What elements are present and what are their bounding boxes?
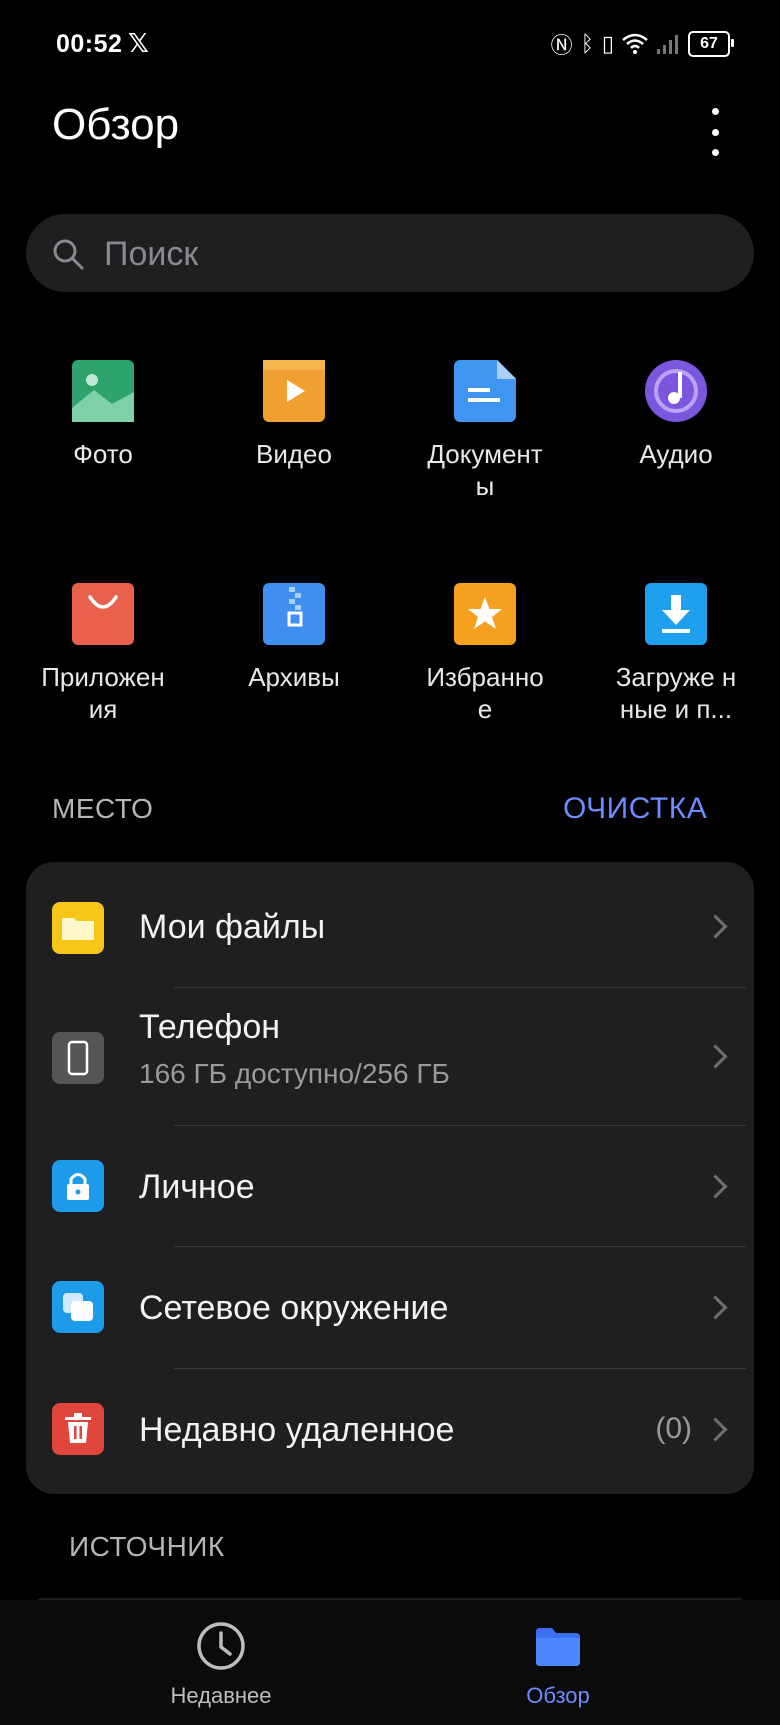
category-label: Фото — [73, 439, 133, 469]
category-favorites[interactable]: Избранно е — [405, 583, 565, 725]
video-icon — [263, 360, 325, 422]
category-label: Аудио — [639, 439, 713, 469]
location-private[interactable]: Личное — [26, 1126, 754, 1246]
battery-level: 67 — [700, 35, 718, 52]
photo-icon — [72, 360, 134, 422]
location-phone[interactable]: Телефон 166 ГБ доступно/256 ГБ — [26, 988, 754, 1126]
archive-icon — [263, 583, 325, 645]
document-icon — [454, 360, 516, 422]
dot — [711, 108, 719, 115]
phone-icon — [52, 1032, 104, 1084]
page-title: Обзор — [52, 100, 180, 149]
nav-recent[interactable]: Недавнее — [121, 1620, 321, 1709]
chevron-right-icon — [703, 1295, 728, 1320]
folder-icon — [536, 1628, 580, 1666]
nfc-icon: Ⓝ — [550, 33, 573, 58]
section-title-source: ИСТОЧНИК — [69, 1531, 225, 1562]
location-title: Личное — [139, 1168, 255, 1206]
category-label: Документ ы — [427, 439, 543, 501]
category-documents[interactable]: Документ ы — [405, 360, 565, 502]
category-label: Загруже нные и п... — [615, 662, 737, 724]
category-photo[interactable]: Фото — [23, 360, 183, 470]
apps-icon — [72, 583, 134, 645]
favorites-icon — [454, 583, 516, 645]
status-icons: Ⓝ ᛒ ▯ 67 — [550, 28, 734, 60]
location-recently-deleted[interactable]: Недавно удаленное (0) — [26, 1369, 754, 1491]
more-options-button[interactable] — [703, 108, 727, 156]
location-title: Недавно удаленное — [139, 1411, 455, 1449]
chevron-right-icon — [703, 1174, 728, 1199]
folder-icon — [52, 902, 104, 954]
dot — [711, 149, 719, 156]
location-network[interactable]: Сетевое окружение — [26, 1247, 754, 1368]
chevron-right-icon — [703, 914, 728, 939]
search-icon — [53, 239, 84, 270]
network-icon — [52, 1281, 104, 1333]
category-label: Приложен ия — [41, 662, 165, 724]
category-downloads[interactable]: Загруже нные и п... — [596, 583, 756, 725]
category-video[interactable]: Видео — [214, 360, 374, 470]
trash-icon — [52, 1403, 104, 1455]
location-title: Мои файлы — [139, 908, 326, 946]
nav-label: Обзор — [526, 1683, 590, 1708]
x-app-icon: 𝕏 — [128, 28, 149, 58]
bottom-navigation — [0, 1600, 780, 1725]
dot — [711, 128, 719, 136]
bluetooth-icon: ᛒ — [580, 31, 594, 56]
chevron-right-icon — [703, 1417, 728, 1442]
location-my-files[interactable]: Мои файлы — [26, 862, 754, 984]
category-label: Избранно е — [426, 662, 544, 724]
lock-icon — [52, 1160, 104, 1212]
status-time: 00:52 — [56, 30, 123, 58]
location-title: Сетевое окружение — [139, 1289, 449, 1327]
locations-card: Мои файлы Телефон 166 ГБ доступно/256 ГБ… — [26, 862, 754, 1494]
vibrate-icon: ▯ — [601, 31, 614, 56]
category-audio[interactable]: Аудио — [596, 360, 756, 470]
section-title-location: МЕСТО — [52, 793, 154, 824]
battery-icon: 67 — [688, 31, 734, 57]
category-apps[interactable]: Приложен ия — [23, 583, 183, 725]
location-title: Телефон — [139, 1008, 281, 1046]
audio-icon — [645, 360, 707, 422]
wifi-icon — [622, 33, 648, 54]
category-label: Видео — [256, 439, 332, 469]
chevron-right-icon — [703, 1044, 728, 1069]
category-label: Архивы — [248, 662, 340, 692]
nav-browse[interactable]: Обзор — [458, 1620, 658, 1709]
search-input[interactable] — [104, 234, 704, 274]
clock-icon — [197, 1622, 245, 1670]
nav-label: Недавнее — [170, 1683, 272, 1708]
signal-icon — [657, 35, 678, 54]
cleanup-button[interactable]: ОЧИСТКА — [563, 792, 707, 826]
category-archives[interactable]: Архивы — [214, 583, 374, 693]
downloads-icon — [645, 583, 707, 645]
deleted-count: (0) — [655, 1412, 692, 1445]
status-bar: 00:52 𝕏 Ⓝ ᛒ ▯ 67 — [0, 0, 780, 92]
storage-info: 166 ГБ доступно/256 ГБ — [139, 1058, 450, 1089]
